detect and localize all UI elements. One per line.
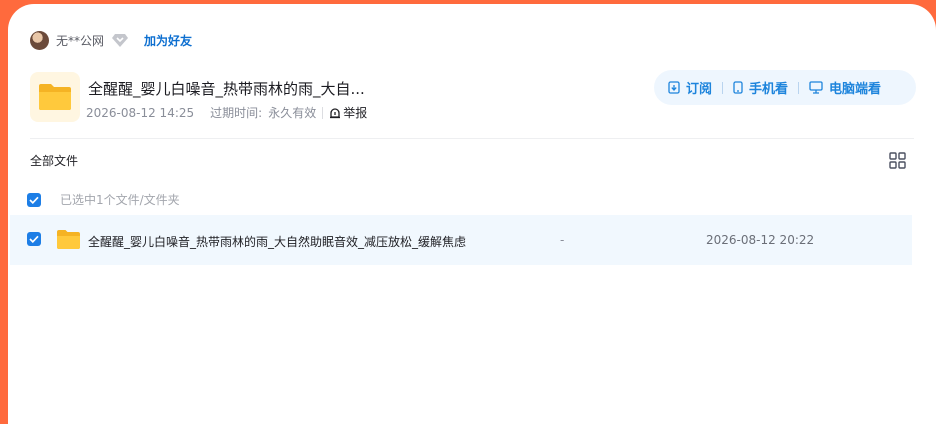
selection-count-text: 已选中1个文件/文件夹 [60,193,180,207]
subscribe-button[interactable]: 订阅 [668,78,712,97]
expire-value: 永久有效 [268,106,317,120]
add-friend-link[interactable]: 加为好友 [144,32,192,49]
check-icon [29,196,39,204]
report-button[interactable]: 举报 [329,104,367,121]
sharer-username: 无**公网 [56,33,105,48]
report-icon [329,107,341,119]
folder-icon [56,229,81,254]
phone-view-label: 手机看 [749,82,789,97]
subscribe-icon [668,81,680,94]
action-divider [798,81,800,94]
file-name[interactable]: 全醒醒_婴儿白噪音_热带雨林的雨_大自然助眠音效_减压放松_缓解焦虑 [88,233,466,250]
action-divider [722,81,724,94]
subscribe-label: 订阅 [686,82,713,97]
sharer-info: 无**公网 加为好友 [30,30,192,50]
phone-view-button[interactable]: 手机看 [733,78,788,97]
meta-divider [322,106,324,119]
created-time: 2026-08-12 14:25 [86,105,195,120]
share-page-card: 无**公网 加为好友 全醒醒_婴儿白噪音_热带雨林的雨_大自... 2026-0… [8,4,936,424]
grid-view-icon[interactable] [889,152,906,169]
file-date: 2026-08-12 20:22 [706,233,815,247]
pc-view-label: 电脑端看 [829,82,882,97]
report-label: 举报 [343,106,368,120]
breadcrumb-all-files[interactable]: 全部文件 [30,152,78,169]
header-divider [30,138,914,139]
pc-view-button[interactable]: 电脑端看 [809,78,881,97]
file-size: - [560,233,565,247]
diamond-icon [111,31,129,49]
share-title: 全醒醒_婴儿白噪音_热带雨林的雨_大自... [88,80,365,98]
selection-bar: 已选中1个文件/文件夹 [27,191,180,208]
select-all-checkbox[interactable] [27,192,41,207]
table-row[interactable]: 全醒醒_婴儿白噪音_热带雨林的雨_大自然助眠音效_减压放松_缓解焦虑 - 202… [10,215,912,265]
check-icon [29,235,39,243]
row-checkbox[interactable] [27,232,41,246]
phone-icon [733,81,743,94]
folder-icon [30,72,80,122]
monitor-icon [809,81,823,94]
view-actions-bar: 订阅 手机看 电脑端看 [654,70,916,105]
expire-label: 过期时间: [210,106,263,120]
avatar[interactable] [30,30,49,50]
share-meta: 2026-08-12 14:25 过期时间: 永久有效 举报 [86,104,367,121]
